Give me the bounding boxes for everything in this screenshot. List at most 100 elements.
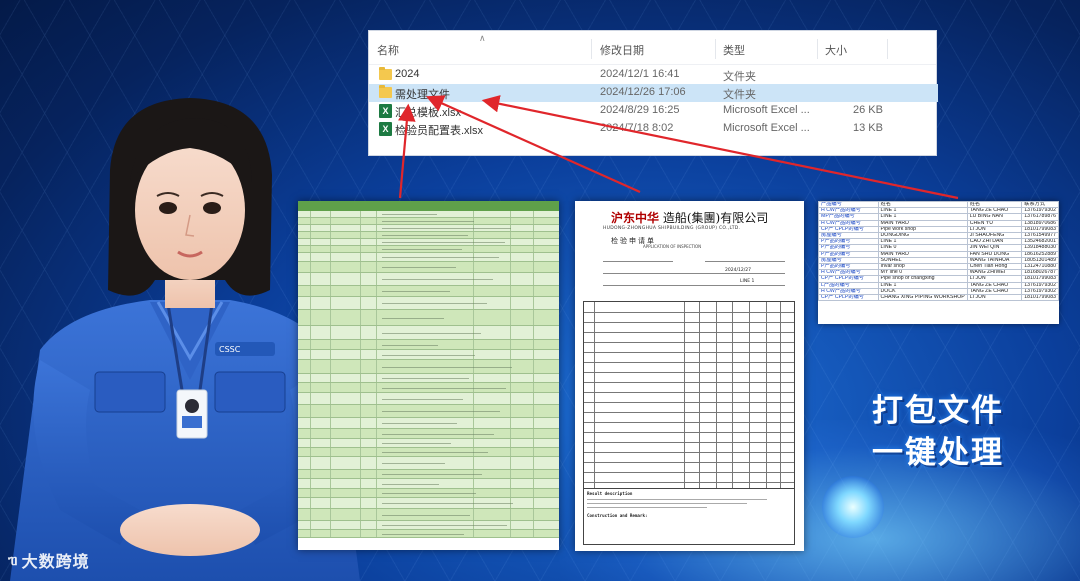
file-row-selected[interactable]: 需处理文件 2024/12/26 17:06 文件夹 xyxy=(369,84,938,102)
spreadsheet-text-line xyxy=(382,279,493,280)
spreadsheet-text-line xyxy=(382,228,511,229)
spreadsheet-col-line xyxy=(533,360,534,373)
spreadsheet-col-line xyxy=(533,273,534,285)
spreadsheet-col-line xyxy=(510,239,511,245)
column-modified[interactable]: 修改日期 xyxy=(600,42,644,58)
column-divider[interactable] xyxy=(591,39,592,59)
file-row[interactable]: 2024 2024/12/1 16:41 文件夹 xyxy=(369,66,938,84)
table-col-line xyxy=(766,302,767,488)
spreadsheet-col-line xyxy=(533,297,534,309)
spreadsheet-col-line xyxy=(376,429,377,438)
spreadsheet-col-line xyxy=(360,457,361,469)
spreadsheet-col-line xyxy=(533,429,534,438)
spreadsheet-col-line xyxy=(473,374,474,382)
spreadsheet-col-line xyxy=(510,211,511,217)
spreadsheet-col-line xyxy=(330,418,331,428)
file-row[interactable]: X 汇总模板.xlsx 2024/8/29 16:25 Microsoft Ex… xyxy=(369,102,938,120)
contact-table-cell: 13761979302 xyxy=(1021,287,1059,296)
spreadsheet-col-line xyxy=(360,297,361,309)
spreadsheet-row xyxy=(298,498,559,509)
spreadsheet-col-line xyxy=(473,479,474,488)
logo-text: 大数跨境 xyxy=(21,552,90,571)
inspection-items-table xyxy=(583,301,795,489)
inspection-application-preview: 沪东中华 造船(集團)有限公司 HUDONG-ZHONGHUA SHIPBUIL… xyxy=(575,201,804,551)
table-row-line xyxy=(584,312,794,313)
spreadsheet-text-line xyxy=(382,388,506,389)
spreadsheet-col-line xyxy=(533,262,534,272)
spreadsheet-col-line xyxy=(330,297,331,309)
contact-table-cell: 18051301489 xyxy=(1021,256,1059,265)
spreadsheet-col-line xyxy=(310,262,311,272)
spreadsheet-row xyxy=(298,297,559,310)
result-section: Result description Construction and Rema… xyxy=(583,489,795,545)
table-row-line xyxy=(584,472,794,473)
spreadsheet-col-line xyxy=(310,405,311,417)
column-divider[interactable] xyxy=(715,39,716,59)
file-size: 13 KB xyxy=(853,122,883,134)
spreadsheet-col-line xyxy=(376,225,377,231)
spreadsheet-col-line xyxy=(360,470,361,478)
spreadsheet-col-line xyxy=(310,498,311,508)
contact-table-cell: 13524682001 xyxy=(1021,238,1059,246)
construction-heading: Construction and Remark: xyxy=(587,513,648,518)
spreadsheet-col-line xyxy=(330,360,331,373)
spreadsheet-col-line xyxy=(376,509,377,520)
file-type: 文件夹 xyxy=(723,71,756,83)
spreadsheet-col-line xyxy=(376,310,377,325)
table-row-line xyxy=(584,452,794,453)
column-type[interactable]: 类型 xyxy=(723,42,745,58)
spreadsheet-text-line xyxy=(382,534,464,535)
light-orb xyxy=(822,476,884,538)
spreadsheet-col-line xyxy=(376,211,377,217)
spreadsheet-col-line xyxy=(510,489,511,497)
spreadsheet-row xyxy=(298,360,559,374)
spreadsheet-row xyxy=(298,350,559,360)
spreadsheet-col-line xyxy=(533,286,534,296)
spreadsheet-text-line xyxy=(382,345,438,346)
table-row-line xyxy=(584,422,794,423)
contact-table-cell: 18101799083 xyxy=(1021,294,1059,302)
spreadsheet-col-line xyxy=(310,286,311,296)
spreadsheet-row xyxy=(298,239,559,246)
spreadsheet-col-line xyxy=(533,340,534,349)
spreadsheet-col-line xyxy=(360,429,361,438)
spreadsheet-col-line xyxy=(310,418,311,428)
spreadsheet-col-line xyxy=(473,286,474,296)
spreadsheet-col-line xyxy=(533,211,534,217)
brand-logo: ᥓ 大数跨境 xyxy=(8,548,90,572)
doc-company-title: 沪东中华 造船(集團)有限公司 xyxy=(611,209,768,226)
spreadsheet-row xyxy=(298,521,559,530)
table-row-line xyxy=(584,372,794,373)
table-row-line xyxy=(584,482,794,483)
spreadsheet-col-line xyxy=(376,350,377,359)
column-size[interactable]: 大小 xyxy=(825,42,847,58)
spreadsheet-col-line xyxy=(473,310,474,325)
spreadsheet-col-line xyxy=(360,310,361,325)
column-divider[interactable] xyxy=(817,39,818,59)
folder-icon xyxy=(379,67,392,80)
spreadsheet-col-line xyxy=(510,246,511,252)
table-row-line xyxy=(584,462,794,463)
spreadsheet-col-line xyxy=(360,273,361,285)
spreadsheet-col-line xyxy=(533,470,534,478)
table-row-line xyxy=(584,412,794,413)
file-name: 汇总模板.xlsx xyxy=(395,107,461,119)
spreadsheet-col-line xyxy=(376,232,377,238)
spreadsheet-col-line xyxy=(330,340,331,349)
spreadsheet-col-line xyxy=(510,509,511,520)
contact-table-row: CP产 CPLP的编号 CHANG XING PIPING WORKSHOP LI … xyxy=(818,294,1059,302)
spreadsheet-col-line xyxy=(533,383,534,392)
column-divider[interactable] xyxy=(887,39,888,59)
spreadsheet-col-line xyxy=(376,439,377,447)
spreadsheet-col-line xyxy=(360,239,361,245)
caption-line-1: 打包文件 xyxy=(872,393,1004,429)
spreadsheet-row xyxy=(298,225,559,232)
file-row[interactable]: X 检验员配置表.xlsx 2024/7/18 8:02 Microsoft E… xyxy=(369,120,938,138)
spreadsheet-col-line xyxy=(330,509,331,520)
spreadsheet-col-line xyxy=(376,253,377,261)
spreadsheet-col-line xyxy=(533,310,534,325)
column-name[interactable]: 名称 xyxy=(377,42,399,58)
spreadsheet-col-line xyxy=(330,374,331,382)
contact-table-cell: CP产 CPLP的编号 xyxy=(818,294,879,302)
spreadsheet-row xyxy=(298,509,559,521)
